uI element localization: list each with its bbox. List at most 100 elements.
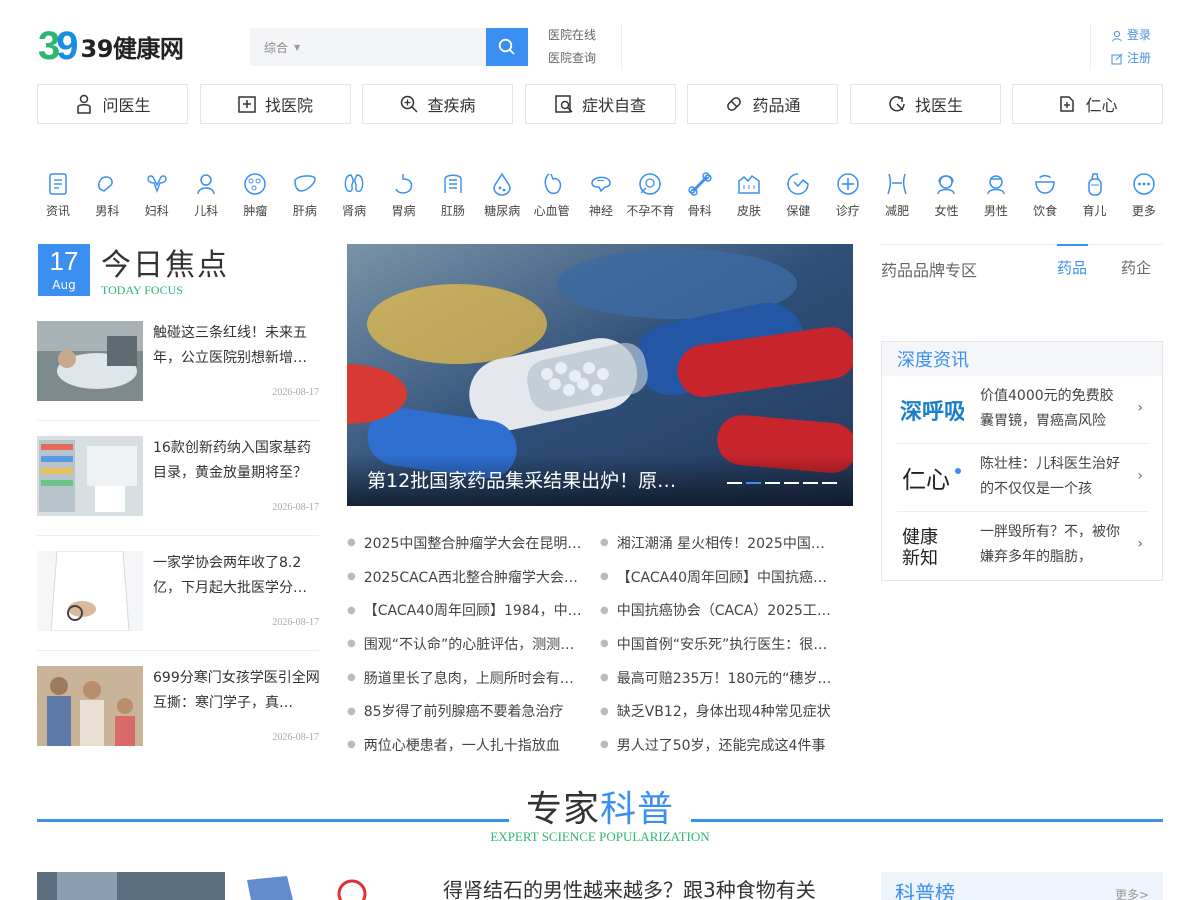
- cup-icon: [1035, 175, 1055, 194]
- science-ranking-more[interactable]: 更多>: [1115, 886, 1149, 900]
- site-logo[interactable]: 39 39健康网: [38, 24, 218, 68]
- category-item[interactable]: 皮肤: [729, 170, 769, 226]
- search-icon: [498, 38, 515, 55]
- hospital-online-link[interactable]: 医院在线: [548, 24, 621, 47]
- deep-news-item[interactable]: 仁心 陈壮桂：儿科医生治好的不仅仅是一个孩 ›: [897, 444, 1149, 512]
- category-label: 育儿: [1082, 204, 1107, 218]
- category-label: 肿瘤: [243, 204, 268, 218]
- carousel-dot[interactable]: [746, 482, 761, 484]
- carousel-dot[interactable]: [803, 482, 818, 484]
- category-nav: 资讯 男科 妇科 儿科 肿瘤 肝病 肾病 胃病 肛肠 糖尿病 心血管 神经 不孕不育 骨科 皮肤 保健 诊疗 减肥…: [38, 170, 1164, 226]
- headline-item[interactable]: ● 中国抗癌协会（CACA）2025工…: [600, 593, 853, 627]
- category-item[interactable]: 更多: [1124, 170, 1164, 226]
- hero-carousel[interactable]: 第12批国家药品集采结果出炉！原…: [347, 244, 853, 506]
- category-item[interactable]: 不孕不育: [626, 170, 674, 226]
- category-item[interactable]: 诊疗: [828, 170, 868, 226]
- category-item[interactable]: 心血管: [532, 170, 572, 226]
- drop-icon: [493, 172, 511, 196]
- category-item[interactable]: 育儿: [1075, 170, 1115, 226]
- headline-item[interactable]: ● 最高可赔235万！180元的“穗岁…: [600, 661, 853, 695]
- category-item[interactable]: 骨科: [680, 170, 720, 226]
- hospital-query-link[interactable]: 医院查询: [548, 47, 621, 70]
- deep-news-item[interactable]: 深呼吸 价值4000元的免费胶囊胃镜，胃癌高风险 ›: [897, 376, 1149, 444]
- renxin-logo: 仁心: [897, 456, 967, 500]
- headline-item[interactable]: ● 2025CACA西北整合肿瘤学大会…: [347, 560, 600, 594]
- svg-text:新知: 新知: [902, 548, 938, 568]
- deep-news-item[interactable]: 健康 新知 一胖毁所有？不，被你嫌弃多年的脂肪， ›: [897, 512, 1149, 580]
- nav-item-7[interactable]: 仁心: [1012, 84, 1163, 124]
- tab-drugs[interactable]: 药品: [1057, 257, 1087, 278]
- nav-item-1[interactable]: 问医生: [37, 84, 188, 124]
- category-item[interactable]: 糖尿病: [482, 170, 522, 226]
- category-item[interactable]: 肾病: [334, 170, 374, 226]
- category-item[interactable]: 肝病: [285, 170, 325, 226]
- category-item[interactable]: 妇科: [137, 170, 177, 226]
- brand-zone: 药品品牌专区 药品 药企: [881, 244, 1163, 294]
- focus-news-item[interactable]: 触碰这三条红线！未来五年，公立医院别想新增… 2026-08-17: [37, 321, 319, 421]
- deep-breath-logo: 深呼吸: [897, 388, 967, 432]
- headline-item[interactable]: ● 【CACA40周年回顾】中国抗癌…: [600, 560, 853, 594]
- search-button[interactable]: [486, 28, 528, 66]
- category-item[interactable]: 保健: [778, 170, 818, 226]
- category-item[interactable]: 神经: [581, 170, 621, 226]
- category-item[interactable]: 饮食: [1025, 170, 1065, 226]
- headline-item[interactable]: ● 2025中国整合肿瘤学大会在昆明…: [347, 526, 600, 560]
- category-label: 保健: [786, 204, 811, 218]
- carousel-dot[interactable]: [765, 482, 780, 484]
- tab-pharma[interactable]: 药企: [1121, 257, 1151, 278]
- category-item[interactable]: 女性: [926, 170, 966, 226]
- category-item[interactable]: 肿瘤: [235, 170, 275, 226]
- headline-item[interactable]: ● 湘江潮涌 星火相传！2025中国…: [600, 526, 853, 560]
- carousel-dot[interactable]: [822, 482, 837, 484]
- nav-item-4[interactable]: 症状自查: [524, 84, 676, 124]
- category-label: 肝病: [292, 204, 317, 218]
- headline-item[interactable]: ● 两位心梗患者，一人扎十指放血: [347, 728, 600, 762]
- category-item[interactable]: 资讯: [38, 170, 78, 226]
- focus-news-item[interactable]: 一家学协会两年收了8.2亿，下月起大批医学分… 2026-08-17: [37, 551, 319, 651]
- category-item[interactable]: 男科: [87, 170, 127, 226]
- tumor-icon: [244, 173, 267, 195]
- category-item[interactable]: 肛肠: [433, 170, 473, 226]
- focus-news-item[interactable]: 699分寒门女孩学医引全网互撕：寒门学子，真… 2026-08-17: [37, 666, 320, 766]
- expert-title-part1: 专家: [525, 789, 600, 830]
- divider-right: [691, 819, 1163, 822]
- search-input[interactable]: [320, 28, 486, 66]
- nav-item-3[interactable]: 查疾病: [362, 84, 513, 124]
- health-knowledge-logo: 健康 新知: [897, 524, 967, 568]
- bullet-icon: ●: [600, 638, 609, 650]
- headline-item[interactable]: ● 肠道里长了息肉，上厕所时会有…: [347, 661, 600, 695]
- user-icon: [1112, 30, 1122, 42]
- chevron-right-icon: ›: [1137, 536, 1143, 552]
- register-link[interactable]: 注册: [1111, 47, 1162, 70]
- headline-text: 85岁得了前列腺癌不要着急治疗: [363, 704, 564, 721]
- expert-article-title[interactable]: 得肾结石的男性越来越多？跟3种食物有关: [443, 874, 816, 900]
- headline-item[interactable]: ● 男人过了50岁，还能完成这4件事: [600, 728, 853, 762]
- carousel-dot[interactable]: [727, 482, 742, 484]
- category-item[interactable]: 儿科: [186, 170, 226, 226]
- search-category-select[interactable]: 综合 ▼: [250, 28, 320, 66]
- headline-item[interactable]: ● 【CACA40周年回顾】1984，中…: [347, 593, 600, 627]
- news-thumbnail: [37, 321, 143, 401]
- news-title: 699分寒门女孩学医引全网互撕：寒门学子，真…: [153, 670, 320, 711]
- bone-icon: [687, 172, 712, 196]
- focus-news-item[interactable]: 16款创新药纳入国家基药目录，黄金放量期将至？ 2026-08-17: [37, 436, 319, 536]
- category-item[interactable]: 减肥: [877, 170, 917, 226]
- liver-icon: [294, 175, 316, 192]
- doctor-icon: [77, 94, 92, 114]
- headline-item[interactable]: ● 缺乏VB12，身体出现4种常见症状: [600, 694, 853, 728]
- headline-item[interactable]: ● 中国首例“安乐死”执行医生：很…: [600, 627, 853, 661]
- nav-item-5[interactable]: 药品通: [687, 84, 838, 124]
- nav-item-6[interactable]: 找医生: [849, 84, 1001, 124]
- find-doctor-icon: [889, 96, 905, 112]
- carousel-dot[interactable]: [784, 482, 799, 484]
- nav-item-2[interactable]: 找医院: [199, 84, 351, 124]
- category-item[interactable]: 男性: [976, 170, 1016, 226]
- login-link[interactable]: 登录: [1111, 24, 1162, 47]
- headline-item[interactable]: ● 85岁得了前列腺癌不要着急治疗: [347, 694, 600, 728]
- headline-item[interactable]: ● 围观“不认命”的心脏评估，测测…: [347, 627, 600, 661]
- fertility-icon: [639, 173, 662, 195]
- headline-text: 中国抗癌协会（CACA）2025工…: [616, 603, 831, 620]
- category-item[interactable]: 胃病: [384, 170, 424, 226]
- expert-article-image[interactable]: [37, 872, 377, 900]
- bullet-icon: ●: [347, 537, 356, 549]
